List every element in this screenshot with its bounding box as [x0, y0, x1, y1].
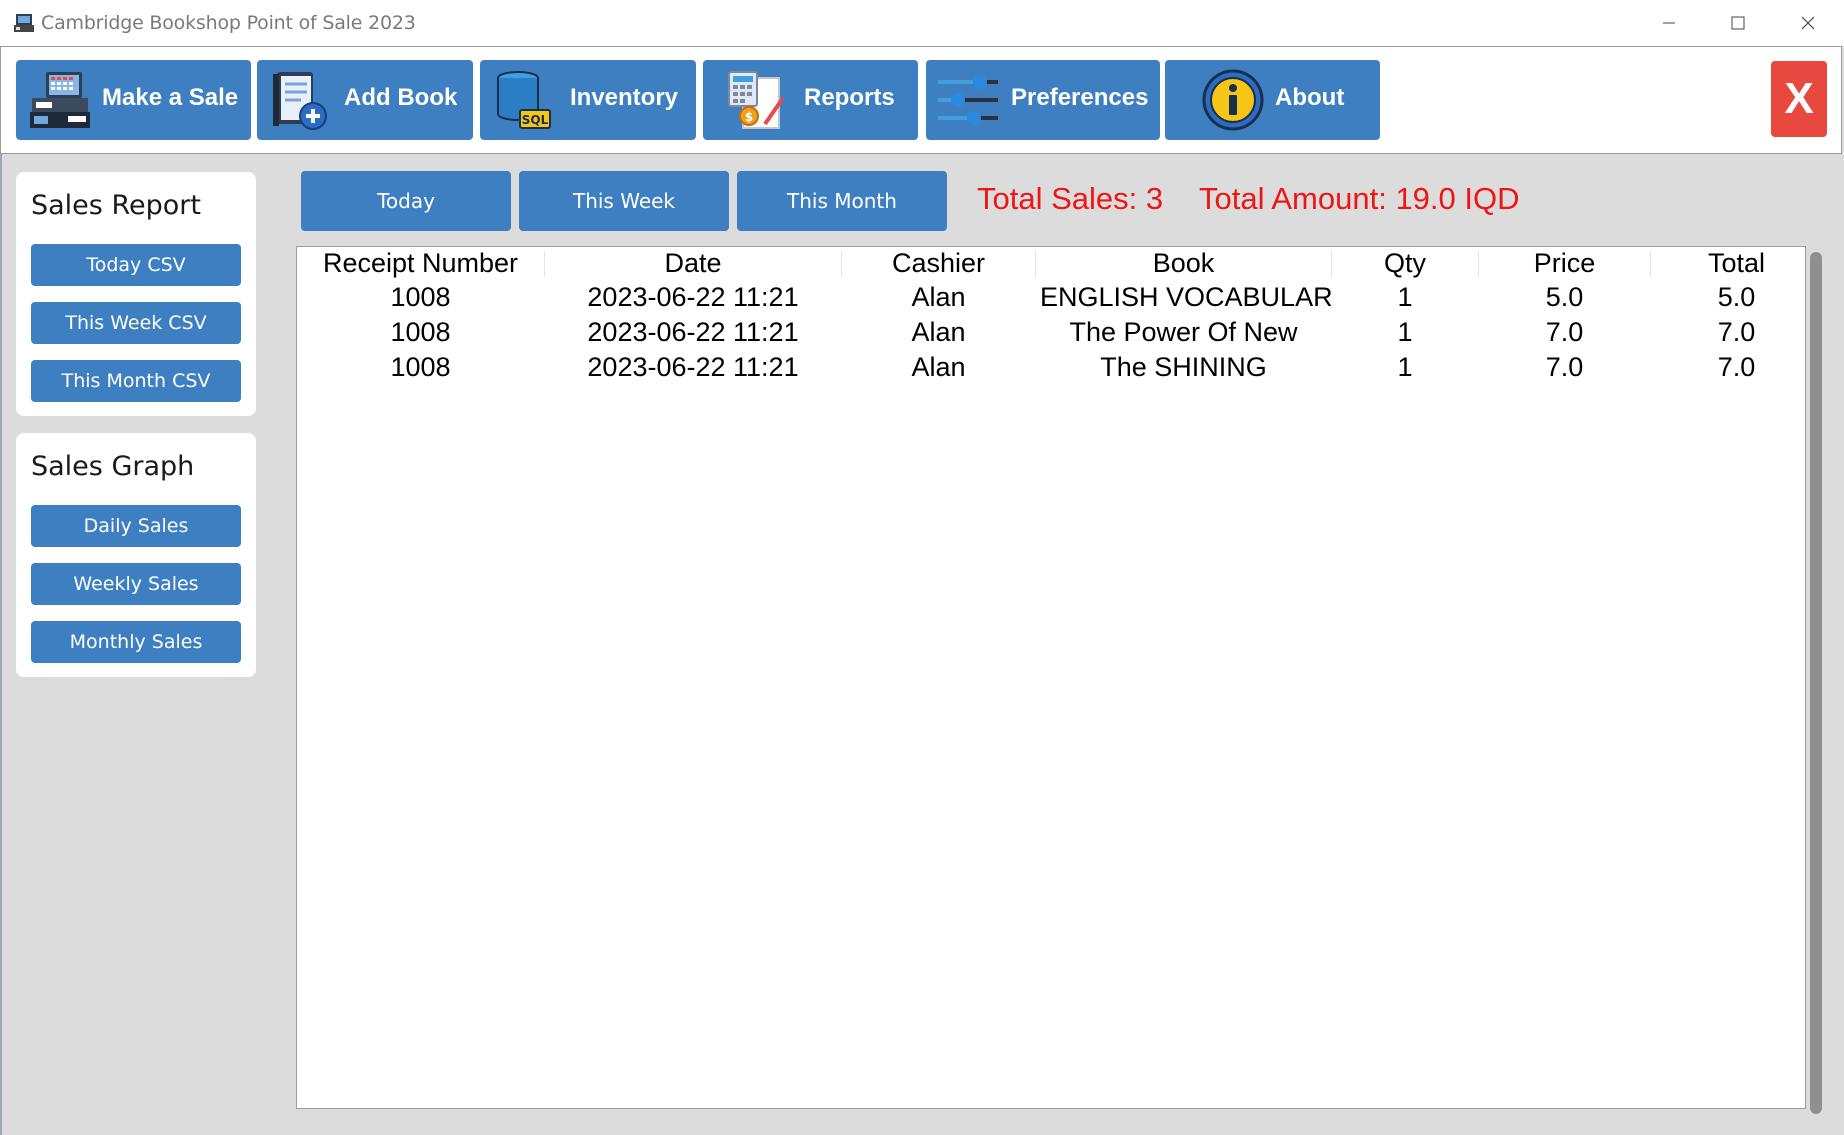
cell-qty: 1: [1397, 281, 1413, 312]
column-header-receipt-number[interactable]: Receipt Number: [297, 247, 544, 279]
window-close-button[interactable]: [1786, 8, 1830, 38]
inventory-button[interactable]: SQL Inventory: [480, 60, 696, 140]
cell-book: ENGLISH VOCABULARY: [1040, 281, 1331, 312]
this-month-csv-button[interactable]: This Month CSV: [31, 360, 241, 402]
maximize-button[interactable]: [1716, 8, 1760, 38]
cash-register-icon: [30, 72, 90, 128]
add-book-button[interactable]: Add Book: [257, 60, 473, 140]
info-icon: [1202, 69, 1264, 131]
svg-text:SQL: SQL: [522, 113, 549, 127]
cell-total: 7.0: [1717, 351, 1756, 382]
about-label: About: [1275, 84, 1345, 111]
close-icon: [1801, 16, 1815, 30]
app-icon: [14, 14, 34, 32]
sales-report-title: Sales Report: [31, 190, 201, 221]
column-header-date[interactable]: Date: [545, 247, 841, 279]
make-a-sale-button[interactable]: Make a Sale: [16, 60, 251, 140]
total-sales-label: Total Sales: 3: [977, 181, 1164, 216]
reports-button[interactable]: $ Reports: [703, 60, 918, 140]
this-month-filter-button[interactable]: This Month: [737, 171, 947, 231]
column-header-cashier[interactable]: Cashier: [842, 247, 1035, 279]
sales-report-panel: Sales Report Today CSV This Week CSV Thi…: [16, 172, 256, 416]
cell-book: The Power Of New: [1069, 316, 1298, 347]
cell-price: 7.0: [1545, 351, 1584, 382]
minimize-button[interactable]: [1647, 8, 1691, 38]
cell-qty: 1: [1397, 316, 1413, 347]
cell-total: 7.0: [1717, 316, 1756, 347]
cell-receipt-number: 1008: [390, 281, 451, 312]
window-left-edge: [0, 154, 2, 1135]
vertical-scrollbar[interactable]: [1810, 252, 1822, 1114]
preferences-button[interactable]: Preferences: [926, 60, 1160, 140]
inventory-label: Inventory: [570, 84, 679, 111]
today-filter-button[interactable]: Today: [301, 171, 511, 231]
cell-book: The SHINING: [1100, 351, 1267, 382]
column-header-qty[interactable]: Qty: [1332, 247, 1478, 279]
cell-price: 5.0: [1545, 281, 1584, 312]
cell-cashier: Alan: [911, 351, 966, 382]
window-title: Cambridge Bookshop Point of Sale 2023: [41, 12, 416, 34]
this-week-filter-button[interactable]: This Week: [519, 171, 729, 231]
make-a-sale-label: Make a Sale: [102, 84, 239, 111]
column-header-book[interactable]: Book: [1036, 247, 1331, 279]
exit-button[interactable]: X: [1771, 61, 1827, 137]
maximize-icon: [1731, 16, 1745, 30]
add-book-icon: [273, 72, 327, 130]
monthly-sales-button[interactable]: Monthly Sales: [31, 621, 241, 663]
weekly-sales-button[interactable]: Weekly Sales: [31, 563, 241, 605]
cell-receipt-number: 1008: [390, 316, 451, 347]
cell-price: 7.0: [1545, 316, 1584, 347]
this-week-csv-button[interactable]: This Week CSV: [31, 302, 241, 344]
main-toolbar: Make a Sale Add Book SQL Inventory $ Rep…: [0, 46, 1842, 154]
database-sql-icon: SQL: [497, 71, 551, 129]
about-button[interactable]: About: [1165, 60, 1380, 140]
sliders-icon: [938, 75, 998, 125]
minimize-icon: [1663, 22, 1675, 24]
cell-total: 5.0: [1717, 281, 1756, 312]
total-amount-label: Total Amount: 19.0 IQD: [1199, 181, 1520, 216]
today-csv-button[interactable]: Today CSV: [31, 244, 241, 286]
svg-text:$: $: [745, 110, 753, 124]
add-book-label: Add Book: [344, 84, 458, 111]
column-header-total[interactable]: Total: [1651, 247, 1805, 279]
sales-graph-panel: Sales Graph Daily Sales Weekly Sales Mon…: [16, 433, 256, 677]
cell-cashier: Alan: [911, 316, 966, 347]
cell-date: 2023-06-22 11:21: [587, 316, 799, 347]
column-header-price[interactable]: Price: [1479, 247, 1650, 279]
daily-sales-button[interactable]: Daily Sales: [31, 505, 241, 547]
cell-date: 2023-06-22 11:21: [587, 281, 799, 312]
reports-calculator-icon: $: [728, 71, 785, 129]
reports-label: Reports: [804, 84, 895, 111]
sales-graph-title: Sales Graph: [31, 451, 195, 482]
title-bar: Cambridge Bookshop Point of Sale 2023: [0, 0, 1844, 47]
cell-receipt-number: 1008: [390, 351, 451, 382]
cell-date: 2023-06-22 11:21: [587, 351, 799, 382]
sales-table[interactable]: Receipt Number Date Cashier Book Qty Pri…: [296, 246, 1806, 1109]
cell-qty: 1: [1397, 351, 1413, 382]
preferences-label: Preferences: [1011, 84, 1149, 111]
cell-cashier: Alan: [911, 281, 966, 312]
